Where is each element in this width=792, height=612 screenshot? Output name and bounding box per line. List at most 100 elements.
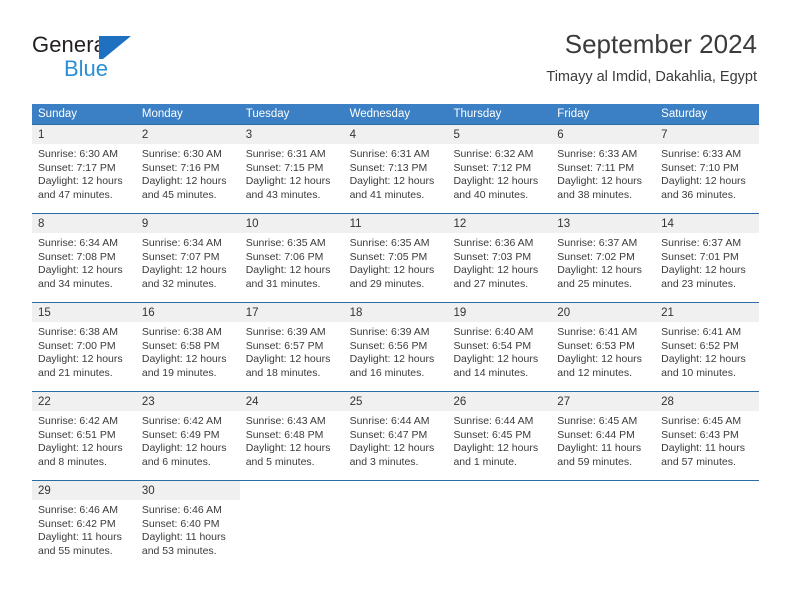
day-number: 5 [453, 129, 460, 141]
calendar-day-cell[interactable]: 8 Sunrise: 6:34 AM Sunset: 7:08 PM Daylight… [32, 214, 136, 302]
calendar-day-cell[interactable]: 11 Sunrise: 6:35 AM Sunset: 7:05 PM Dayligh… [343, 214, 448, 302]
day-info-line: Daylight: 12 hours [661, 264, 746, 276]
calendar-day-cell-empty [343, 481, 448, 569]
day-info-line: Sunset: 7:15 PM [245, 161, 324, 174]
day-info: Sunrise: 6:45 AM Sunset: 6:44 PM Daylight:… [551, 411, 655, 469]
day-number: 25 [349, 396, 363, 408]
calendar-day-cell[interactable]: 13 Sunrise: 6:37 AM Sunset: 7:02 PM Dayligh… [551, 214, 656, 302]
calendar-day-cell[interactable]: 18 Sunrise: 6:39 AM Sunset: 6:56 PM Dayligh… [343, 303, 448, 391]
day-of-week-header: Sunday [38, 108, 78, 120]
day-info: Sunrise: 6:38 AM Sunset: 6:58 PM Daylight:… [136, 322, 240, 380]
day-number-band [447, 481, 552, 500]
day-number-band: 4 [343, 125, 448, 144]
day-info-line: and 12 minutes. [557, 366, 633, 379]
day-info-line: Sunset: 6:43 PM [661, 428, 739, 441]
day-info-line: Daylight: 12 hours [349, 175, 435, 187]
day-info-line: and 1 minute. [453, 455, 518, 468]
calendar-day-cell[interactable]: 22 Sunrise: 6:42 AM Sunset: 6:51 PM Dayligh… [32, 392, 136, 480]
day-info-line: and 27 minutes. [453, 277, 529, 290]
calendar-day-cell[interactable]: 21 Sunrise: 6:41 AM Sunset: 6:52 PM Dayligh… [655, 303, 760, 391]
calendar-day-cell[interactable]: 10 Sunrise: 6:35 AM Sunset: 7:06 PM Dayligh… [239, 214, 344, 302]
day-number-band [343, 481, 448, 500]
day-number-band: 21 [655, 303, 760, 322]
day-info: Sunrise: 6:34 AM Sunset: 7:07 PM Daylight:… [136, 233, 240, 291]
day-info-line: Sunset: 7:12 PM [453, 161, 532, 174]
day-info-line: Sunrise: 6:46 AM [38, 504, 118, 516]
day-info-line: Sunrise: 6:37 AM [661, 237, 742, 249]
day-info-line: Sunset: 7:16 PM [141, 161, 220, 174]
day-number-band: 19 [447, 303, 552, 322]
calendar-day-cell[interactable]: 24 Sunrise: 6:43 AM Sunset: 6:48 PM Dayligh… [239, 392, 344, 480]
calendar-day-cell[interactable]: 6 Sunrise: 6:33 AM Sunset: 7:11 PM Daylight… [551, 125, 656, 213]
day-info-line: Sunset: 7:11 PM [557, 161, 635, 174]
calendar-day-cell[interactable]: 3 Sunrise: 6:31 AM Sunset: 7:15 PM Daylight… [239, 125, 344, 213]
day-info-line: Sunset: 6:47 PM [349, 428, 428, 441]
calendar-day-cell-empty [551, 481, 656, 569]
day-info-line: Sunset: 6:45 PM [453, 428, 532, 441]
calendar-day-cell[interactable]: 4 Sunrise: 6:31 AM Sunset: 7:13 PM Daylight… [343, 125, 448, 213]
day-info-line: and 57 minutes. [661, 455, 736, 468]
day-info-line: Daylight: 11 hours [141, 531, 226, 543]
calendar-day-cell[interactable]: 29 Sunrise: 6:46 AM Sunset: 6:42 PM Dayligh… [32, 481, 136, 569]
day-info-line: and 45 minutes. [141, 188, 217, 201]
day-info-line: and 55 minutes. [38, 544, 113, 557]
calendar-day-cell[interactable]: 14 Sunrise: 6:37 AM Sunset: 7:01 PM Dayligh… [655, 214, 760, 302]
day-info-line: Daylight: 12 hours [349, 353, 435, 365]
day-info-line: Sunrise: 6:40 AM [453, 326, 534, 338]
page-title: September 2024 [564, 29, 757, 59]
day-number-band: 12 [447, 214, 552, 233]
day-info-line: Sunrise: 6:39 AM [245, 326, 326, 338]
day-info-line: Daylight: 12 hours [38, 353, 123, 365]
day-info-line: Sunrise: 6:44 AM [349, 415, 430, 427]
day-info-line: Sunset: 7:10 PM [661, 161, 739, 174]
day-info: Sunrise: 6:46 AM Sunset: 6:42 PM Daylight:… [32, 500, 136, 558]
calendar-day-cell[interactable]: 16 Sunrise: 6:38 AM Sunset: 6:58 PM Dayligh… [135, 303, 240, 391]
day-number-band: 25 [343, 392, 448, 411]
calendar-day-cell[interactable]: 26 Sunrise: 6:44 AM Sunset: 6:45 PM Dayligh… [447, 392, 552, 480]
calendar-day-cell[interactable]: 28 Sunrise: 6:45 AM Sunset: 6:43 PM Dayligh… [655, 392, 760, 480]
calendar-day-cell[interactable]: 12 Sunrise: 6:36 AM Sunset: 7:03 PM Dayligh… [447, 214, 552, 302]
calendar-day-cell[interactable]: 2 Sunrise: 6:30 AM Sunset: 7:16 PM Daylight… [135, 125, 240, 213]
day-info-line: Sunrise: 6:32 AM [453, 148, 534, 160]
day-number-band: 11 [343, 214, 448, 233]
day-number-band: 14 [655, 214, 760, 233]
day-info-line: and 16 minutes. [349, 366, 425, 379]
calendar-day-cell[interactable]: 19 Sunrise: 6:40 AM Sunset: 6:54 PM Dayligh… [447, 303, 552, 391]
calendar-day-cell[interactable]: 25 Sunrise: 6:44 AM Sunset: 6:47 PM Dayligh… [343, 392, 448, 480]
day-info-line: and 21 minutes. [38, 366, 113, 379]
day-number-band: 3 [239, 125, 344, 144]
calendar-day-cell[interactable]: 9 Sunrise: 6:34 AM Sunset: 7:07 PM Daylight… [135, 214, 240, 302]
day-number-band [551, 481, 656, 500]
day-info: Sunrise: 6:43 AM Sunset: 6:48 PM Daylight:… [240, 411, 344, 469]
brand-logo[interactable]: General Blue [32, 32, 232, 82]
day-info-line: Sunset: 7:00 PM [38, 339, 116, 352]
day-info-line: Daylight: 12 hours [141, 442, 227, 454]
day-info-line: Daylight: 12 hours [38, 442, 123, 454]
day-info [655, 500, 759, 504]
calendar-day-cell[interactable]: 17 Sunrise: 6:39 AM Sunset: 6:57 PM Dayligh… [239, 303, 344, 391]
day-info-line: Sunrise: 6:30 AM [38, 148, 118, 160]
calendar-day-cell[interactable]: 30 Sunrise: 6:46 AM Sunset: 6:40 PM Dayligh… [135, 481, 240, 569]
day-info-line: and 41 minutes. [349, 188, 425, 201]
day-number-band: 9 [135, 214, 240, 233]
calendar-day-cell[interactable]: 5 Sunrise: 6:32 AM Sunset: 7:12 PM Daylight… [447, 125, 552, 213]
calendar-day-cell[interactable]: 7 Sunrise: 6:33 AM Sunset: 7:10 PM Daylight… [655, 125, 760, 213]
calendar-day-cell[interactable]: 27 Sunrise: 6:45 AM Sunset: 6:44 PM Dayligh… [551, 392, 656, 480]
calendar-day-cell[interactable]: 1 Sunrise: 6:30 AM Sunset: 7:17 PM Daylight… [32, 125, 136, 213]
calendar-day-cell[interactable]: 15 Sunrise: 6:38 AM Sunset: 7:00 PM Dayligh… [32, 303, 136, 391]
day-info-line: and 32 minutes. [141, 277, 217, 290]
day-number: 10 [245, 218, 259, 230]
calendar-day-cell[interactable]: 20 Sunrise: 6:41 AM Sunset: 6:53 PM Dayligh… [551, 303, 656, 391]
day-number-band [239, 481, 344, 500]
calendar-day-cell[interactable]: 23 Sunrise: 6:42 AM Sunset: 6:49 PM Dayligh… [135, 392, 240, 480]
day-info-line: Sunset: 6:49 PM [141, 428, 220, 441]
day-info-line: Sunrise: 6:39 AM [349, 326, 430, 338]
day-of-week-header: Monday [141, 108, 183, 120]
day-info: Sunrise: 6:30 AM Sunset: 7:17 PM Daylight:… [32, 144, 136, 202]
day-number: 15 [38, 307, 51, 319]
day-of-week-header: Thursday [453, 108, 502, 120]
day-info-line: and 5 minutes. [245, 455, 315, 468]
day-info-line: Sunset: 6:42 PM [38, 517, 116, 530]
day-info-line: Daylight: 12 hours [453, 442, 539, 454]
day-number: 2 [141, 129, 149, 141]
